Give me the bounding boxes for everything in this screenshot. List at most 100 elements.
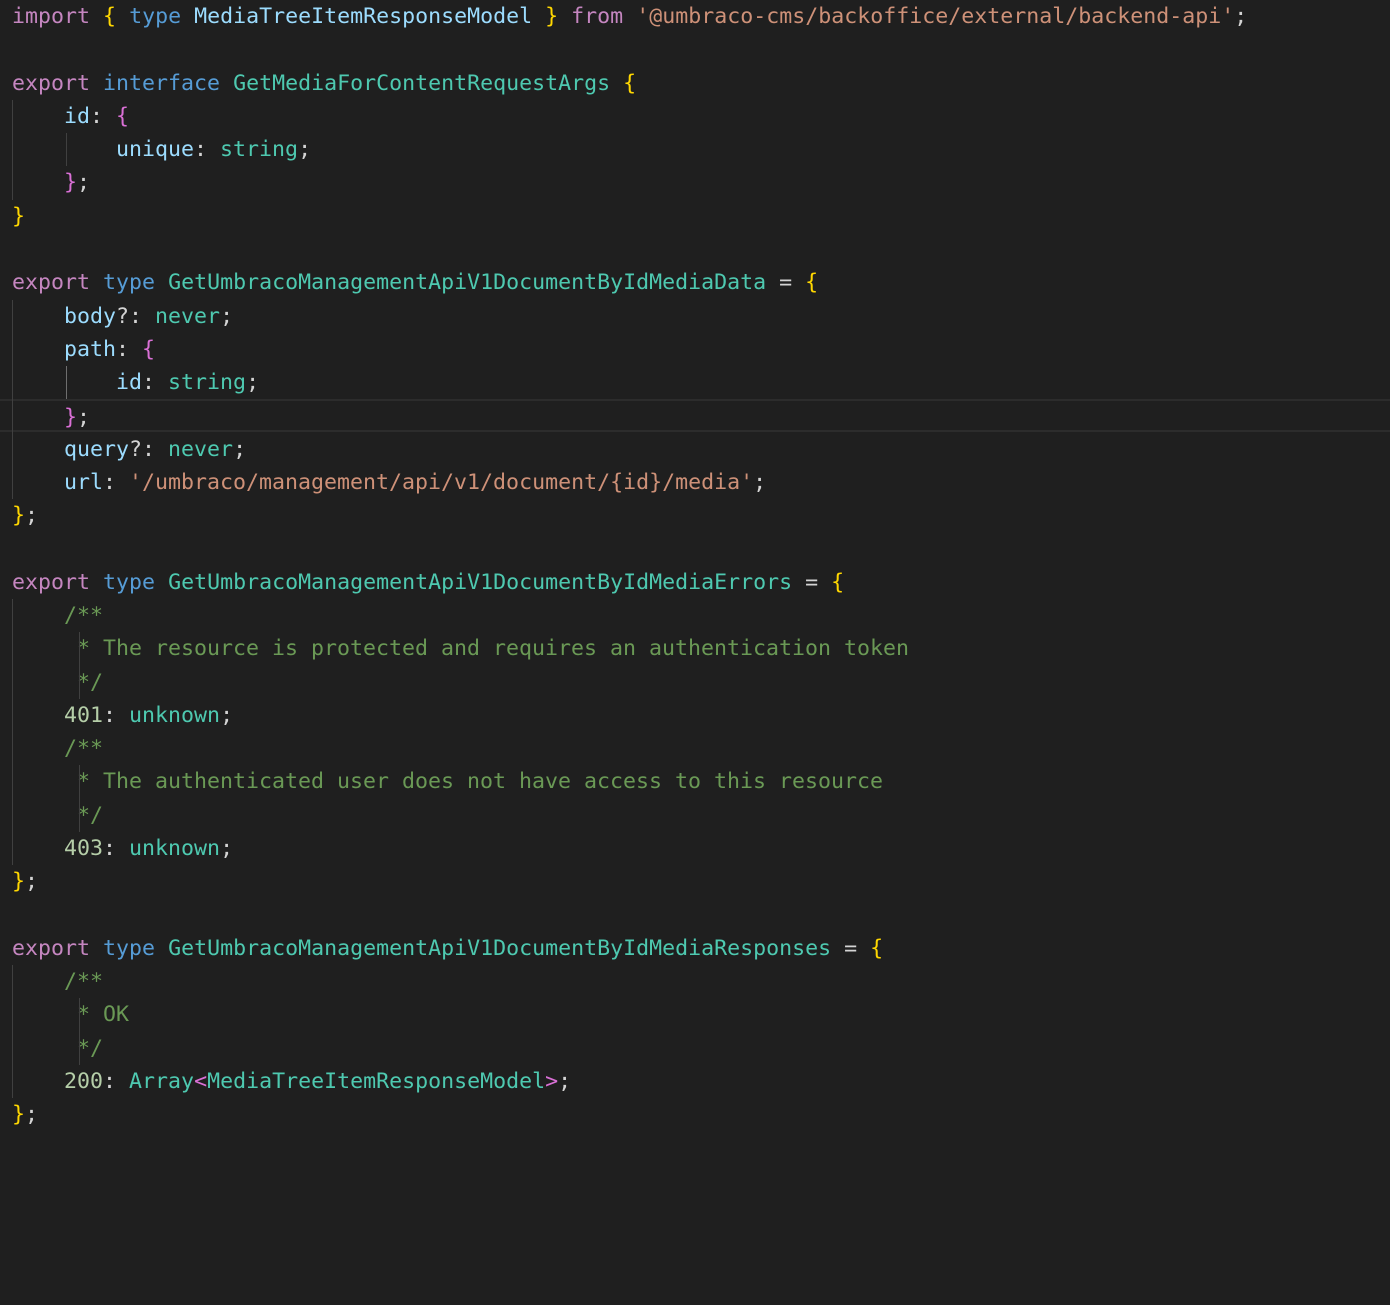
token-punctuation xyxy=(12,470,64,495)
code-line[interactable]: path: { xyxy=(0,333,1390,366)
code-line-content: export type GetUmbracoManagementApiV1Doc… xyxy=(12,932,883,965)
token-punctuation xyxy=(12,969,64,994)
code-line[interactable]: /** xyxy=(0,599,1390,632)
code-line[interactable]: query?: never; xyxy=(0,433,1390,466)
token-punctuation xyxy=(610,71,623,96)
code-line[interactable] xyxy=(0,233,1390,266)
code-line[interactable]: } xyxy=(0,200,1390,233)
code-line[interactable]: url: '/umbraco/management/api/v1/documen… xyxy=(0,466,1390,499)
token-type-name: never xyxy=(168,436,234,462)
code-line[interactable]: export type GetUmbracoManagementApiV1Doc… xyxy=(0,566,1390,599)
token-identifier: id xyxy=(64,103,91,129)
code-line-content: id: string; xyxy=(12,366,259,399)
token-punctuation xyxy=(12,670,64,695)
code-line-content: }; xyxy=(12,499,38,532)
token-keyword-type: type xyxy=(103,270,156,296)
code-line-content: 401: unknown; xyxy=(12,699,233,732)
token-punctuation xyxy=(12,405,64,430)
code-line-content: */ xyxy=(12,666,103,699)
token-punctuation: ; xyxy=(25,1102,39,1128)
token-bracket: < xyxy=(194,1068,208,1094)
code-line[interactable]: import { type MediaTreeItemResponseModel… xyxy=(0,0,1390,33)
code-editor[interactable]: import { type MediaTreeItemResponseModel… xyxy=(0,0,1390,1305)
token-comment: * The authenticated user does not have a… xyxy=(64,769,884,795)
token-punctuation: ; xyxy=(220,836,234,861)
token-punctuation: : xyxy=(103,702,130,728)
indent-guide xyxy=(12,599,13,866)
code-line[interactable]: }; xyxy=(0,865,1390,898)
token-keyword-type: type xyxy=(129,4,182,29)
token-comment: /** xyxy=(64,969,104,995)
code-line[interactable]: /** xyxy=(0,965,1390,998)
token-type-name: unknown xyxy=(129,702,221,728)
token-punctuation xyxy=(12,437,64,462)
token-keyword-type: interface xyxy=(103,70,221,96)
token-punctuation xyxy=(90,270,103,295)
token-punctuation: = xyxy=(766,270,806,296)
code-line[interactable] xyxy=(0,532,1390,565)
token-punctuation xyxy=(12,769,64,794)
code-line[interactable]: * The authenticated user does not have a… xyxy=(0,765,1390,798)
code-line[interactable]: /** xyxy=(0,732,1390,765)
token-keyword: export xyxy=(12,270,91,296)
code-line[interactable]: 200: Array<MediaTreeItemResponseModel>; xyxy=(0,1065,1390,1098)
code-line[interactable]: export type GetUmbracoManagementApiV1Doc… xyxy=(0,266,1390,299)
token-punctuation xyxy=(220,71,233,96)
token-punctuation xyxy=(12,104,64,129)
token-comment: */ xyxy=(64,802,104,828)
token-bracket: { xyxy=(623,70,637,96)
code-line[interactable] xyxy=(0,899,1390,932)
code-line-content: }; xyxy=(12,865,38,898)
token-punctuation xyxy=(90,936,103,961)
token-punctuation xyxy=(12,636,64,661)
token-punctuation: ; xyxy=(246,370,260,396)
code-line[interactable]: }; xyxy=(0,1098,1390,1131)
code-line[interactable]: * The resource is protected and requires… xyxy=(0,632,1390,665)
token-comment: */ xyxy=(64,669,104,695)
token-punctuation: : xyxy=(194,137,221,163)
code-line[interactable] xyxy=(0,33,1390,66)
token-punctuation: ; xyxy=(220,303,234,329)
token-punctuation xyxy=(155,270,168,295)
token-comment: * OK xyxy=(64,1002,130,1028)
token-identifier: query xyxy=(64,436,130,462)
token-identifier: body xyxy=(64,303,117,329)
code-line-content: query?: never; xyxy=(12,433,246,466)
token-punctuation xyxy=(12,603,64,628)
token-type-name: never xyxy=(155,303,221,329)
code-line[interactable]: unique: string; xyxy=(0,133,1390,166)
code-line-content: * The resource is protected and requires… xyxy=(12,632,909,665)
indent-guide xyxy=(12,99,13,200)
token-keyword-type: type xyxy=(103,569,156,595)
token-punctuation: : xyxy=(103,1068,130,1094)
code-line[interactable]: */ xyxy=(0,1032,1390,1065)
token-keyword: export xyxy=(12,569,91,595)
token-bracket: } xyxy=(12,1102,26,1128)
code-line[interactable]: 403: unknown; xyxy=(0,832,1390,865)
code-line[interactable]: body?: never; xyxy=(0,300,1390,333)
code-line[interactable]: id: { xyxy=(0,100,1390,133)
code-line[interactable]: }; xyxy=(0,166,1390,199)
code-line-content: id: { xyxy=(12,100,129,133)
token-bracket: { xyxy=(870,935,884,961)
token-identifier: unique xyxy=(116,137,195,163)
token-punctuation xyxy=(90,71,103,96)
token-type-name: string xyxy=(168,370,247,396)
code-line[interactable]: 401: unknown; xyxy=(0,699,1390,732)
code-line[interactable]: export interface GetMediaForContentReque… xyxy=(0,67,1390,100)
token-bracket: { xyxy=(805,270,819,296)
code-line[interactable]: }; xyxy=(0,499,1390,532)
token-punctuation: ; xyxy=(77,405,91,431)
token-punctuation xyxy=(12,170,64,195)
token-punctuation xyxy=(12,1002,64,1027)
code-line[interactable]: export type GetUmbracoManagementApiV1Doc… xyxy=(0,932,1390,965)
code-line[interactable]: */ xyxy=(0,666,1390,699)
code-line[interactable]: */ xyxy=(0,799,1390,832)
code-line[interactable]: id: string; xyxy=(0,366,1390,399)
code-line[interactable]: * OK xyxy=(0,998,1390,1031)
code-line-content: */ xyxy=(12,799,103,832)
token-punctuation xyxy=(558,4,571,29)
token-keyword: from xyxy=(571,4,624,29)
token-punctuation: ; xyxy=(558,1068,572,1094)
code-line[interactable]: }; xyxy=(0,399,1390,433)
